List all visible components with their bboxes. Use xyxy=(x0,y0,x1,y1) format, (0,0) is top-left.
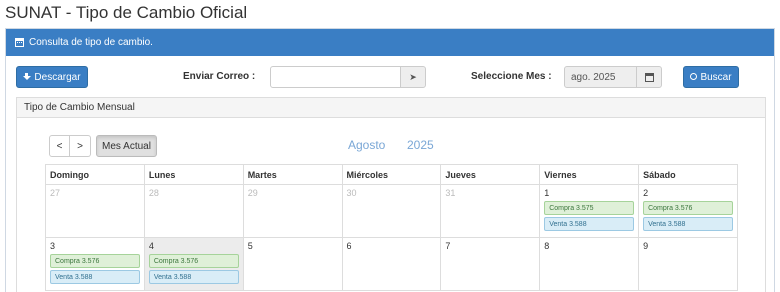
day-number: 4 xyxy=(148,241,154,251)
calendar-day-cell[interactable]: 6 xyxy=(341,237,442,291)
day-number: 3 xyxy=(50,241,56,251)
calendar-day-cell[interactable]: 31 xyxy=(440,184,541,238)
section-heading: Tipo de Cambio Mensual xyxy=(17,98,765,118)
current-month-button[interactable]: Mes Actual xyxy=(96,135,157,157)
day-number: 7 xyxy=(445,241,451,251)
calendar-day-cell[interactable]: 30 xyxy=(341,184,442,238)
calendar-day-cell[interactable]: 1 Compra 3.575 Venta 3.588 xyxy=(539,184,640,238)
buy-rate-event[interactable]: Compra 3.576 xyxy=(50,254,140,268)
monthly-rate-section: Tipo de Cambio Mensual < > Mes Actual Ag… xyxy=(16,97,766,292)
calendar-day-cell[interactable]: 29 xyxy=(242,184,343,238)
month-picker-button[interactable] xyxy=(636,66,662,88)
weekday-header: Lunes xyxy=(143,164,244,185)
day-number: 5 xyxy=(247,241,253,251)
panel-title: Consulta de tipo de cambio. xyxy=(29,37,153,48)
month-input[interactable]: ago. 2025 xyxy=(564,66,637,88)
calendar-day-cell[interactable]: 28 xyxy=(143,184,244,238)
day-number: 2 xyxy=(643,188,649,198)
calendar-week-row: 3 Compra 3.576 Venta 3.588 4 Compra 3.576 Ven… xyxy=(45,237,738,291)
buy-rate-event[interactable]: Compra 3.576 xyxy=(148,254,239,268)
day-number: 31 xyxy=(445,188,456,198)
next-month-button[interactable]: > xyxy=(70,135,91,157)
calendar-nav: < > Mes Actual xyxy=(49,135,157,157)
sell-rate-event[interactable]: Venta 3.588 xyxy=(544,217,635,231)
download-label: Descargar xyxy=(34,71,81,83)
paper-plane-icon: ➤ xyxy=(409,71,417,82)
calendar-grid: Domingo Lunes Martes Miércoles Jueves Vi… xyxy=(45,164,738,291)
search-button[interactable]: Buscar xyxy=(683,66,739,88)
email-label: Enviar Correo : xyxy=(183,71,256,82)
download-icon xyxy=(23,73,32,81)
calendar-day-cell[interactable]: 27 xyxy=(45,184,145,238)
calendar-day-cell[interactable]: 2 Compra 3.576 Venta 3.588 xyxy=(638,184,738,238)
day-number: 1 xyxy=(544,188,550,198)
prev-month-button[interactable]: < xyxy=(49,135,70,157)
weekday-header: Viernes xyxy=(539,164,640,185)
calendar-icon xyxy=(15,38,24,47)
day-number: 30 xyxy=(346,188,357,198)
panel-heading: Consulta de tipo de cambio. xyxy=(6,29,774,56)
day-number: 9 xyxy=(643,241,649,251)
calendar-day-cell[interactable]: 8 xyxy=(539,237,640,291)
calendar-day-cell[interactable]: 4 Compra 3.576 Venta 3.588 xyxy=(143,237,244,291)
calendar-week-row: 27 28 29 30 31 1 Compra 3.575 Venta 3.588 2 Compr… xyxy=(45,184,738,238)
download-button[interactable]: Descargar xyxy=(16,66,88,88)
day-number: 6 xyxy=(346,241,352,251)
weekday-header: Martes xyxy=(242,164,343,185)
weekday-header: Miércoles xyxy=(341,164,442,185)
weekday-header: Jueves xyxy=(440,164,541,185)
day-number: 28 xyxy=(148,188,159,198)
weekday-row: Domingo Lunes Martes Miércoles Jueves Vi… xyxy=(45,164,738,185)
calendar-day-cell[interactable]: 9 xyxy=(638,237,738,291)
email-input[interactable] xyxy=(270,66,401,88)
sell-rate-event[interactable]: Venta 3.588 xyxy=(148,270,239,284)
month-label: Seleccione Mes : xyxy=(471,71,552,82)
day-number: 29 xyxy=(247,188,258,198)
search-label: Buscar xyxy=(700,71,732,83)
page-title: SUNAT - Tipo de Cambio Oficial xyxy=(5,3,248,22)
exchange-rate-panel: Consulta de tipo de cambio. Descargar En… xyxy=(5,28,775,292)
calendar-day-cell[interactable]: 5 xyxy=(242,237,343,291)
day-number: 8 xyxy=(544,241,550,251)
sell-rate-event[interactable]: Venta 3.588 xyxy=(50,270,140,284)
calendar-icon xyxy=(644,72,654,82)
calendar-day-cell[interactable]: 7 xyxy=(440,237,541,291)
buy-rate-event[interactable]: Compra 3.576 xyxy=(643,201,733,215)
calendar-month: Agosto xyxy=(348,138,386,152)
send-email-button[interactable]: ➤ xyxy=(400,66,426,88)
calendar-year: 2025 xyxy=(407,138,434,152)
search-icon xyxy=(690,72,698,80)
weekday-header: Sábado xyxy=(638,164,738,185)
day-number: 27 xyxy=(50,188,61,198)
calendar-day-cell[interactable]: 3 Compra 3.576 Venta 3.588 xyxy=(45,237,145,291)
buy-rate-event[interactable]: Compra 3.575 xyxy=(544,201,635,215)
sell-rate-event[interactable]: Venta 3.588 xyxy=(643,217,733,231)
weekday-header: Domingo xyxy=(45,164,145,185)
